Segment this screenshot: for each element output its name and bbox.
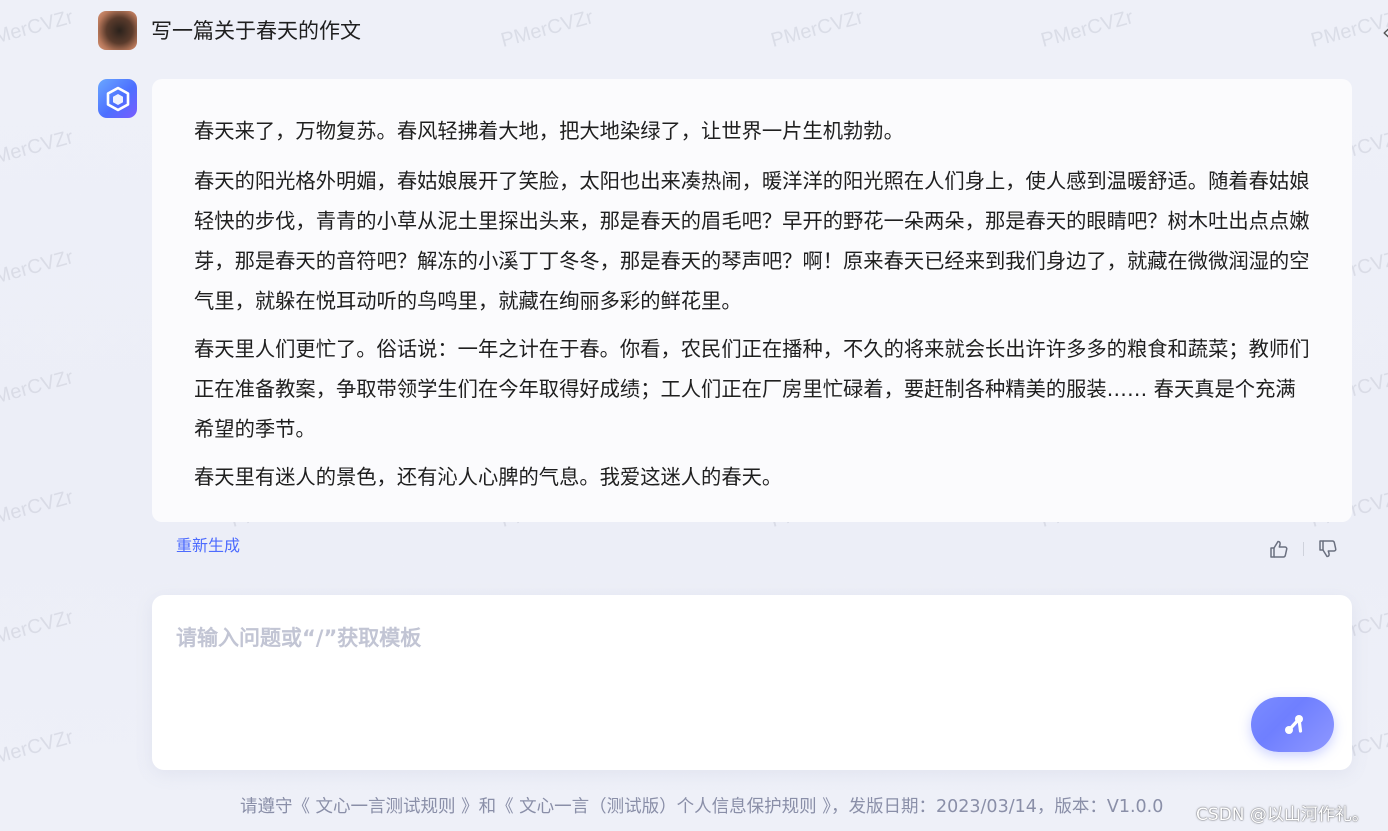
answer-paragraph: 春天里有迷人的景色，还有沁人心脾的气息。我爱这迷人的春天。 (194, 465, 783, 489)
watermark: PMerCVZr (1038, 6, 1136, 52)
thumbs-up-icon[interactable] (1268, 538, 1290, 560)
watermark: PMerCVZr (0, 6, 76, 52)
watermark: PMerCVZr (0, 126, 76, 172)
prompt-input[interactable] (174, 617, 1238, 659)
watermark: PMerCVZr (0, 606, 76, 652)
cube-logo-icon (98, 79, 137, 118)
thumbs-down-icon[interactable] (1317, 538, 1339, 560)
answer-card: 春天来了，万物复苏。春风轻拂着大地，把大地染绿了，让世界一片生机勃勃。 春天的阳… (152, 79, 1352, 522)
chevron-left-icon[interactable]: ‹ (1382, 20, 1388, 44)
watermark: PMerCVZr (0, 486, 76, 532)
user-question-text: 写一篇关于春天的作文 (151, 19, 361, 43)
user-avatar (98, 10, 137, 50)
answer-paragraph: 春天的阳光格外明媚，春姑娘展开了笑脸，太阳也出来凑热闹，暖洋洋的阳光照在人们身上… (194, 169, 1310, 313)
send-icon (1278, 710, 1308, 740)
csdn-watermark-tag: CSDN @以山河作礼。 (1196, 805, 1369, 825)
user-message: 写一篇关于春天的作文 (98, 10, 361, 50)
answer-paragraph: 春天里人们更忙了。俗话说：一年之计在于春。你看，农民们正在播种，不久的将来就会长… (194, 337, 1310, 441)
watermark: PMerCVZr (1308, 6, 1388, 52)
feedback-divider (1303, 542, 1304, 556)
send-button[interactable] (1251, 697, 1334, 752)
answer-paragraph: 春天来了，万物复苏。春风轻拂着大地，把大地染绿了，让世界一片生机勃勃。 (194, 119, 904, 143)
prompt-input-card (152, 595, 1352, 770)
regenerate-button[interactable]: 重新生成 (176, 532, 240, 556)
feedback-controls (1268, 538, 1339, 560)
watermark: PMerCVZr (0, 246, 76, 292)
watermark: PMerCVZr (0, 726, 76, 772)
watermark: PMerCVZr (498, 6, 596, 52)
footer-rules-text: 请遵守《 文心一言测试规则 》和《 文心一言（测试版）个人信息保护规则 》，发版… (240, 797, 1164, 817)
watermark: PMerCVZr (768, 6, 866, 52)
watermark: PMerCVZr (0, 366, 76, 412)
